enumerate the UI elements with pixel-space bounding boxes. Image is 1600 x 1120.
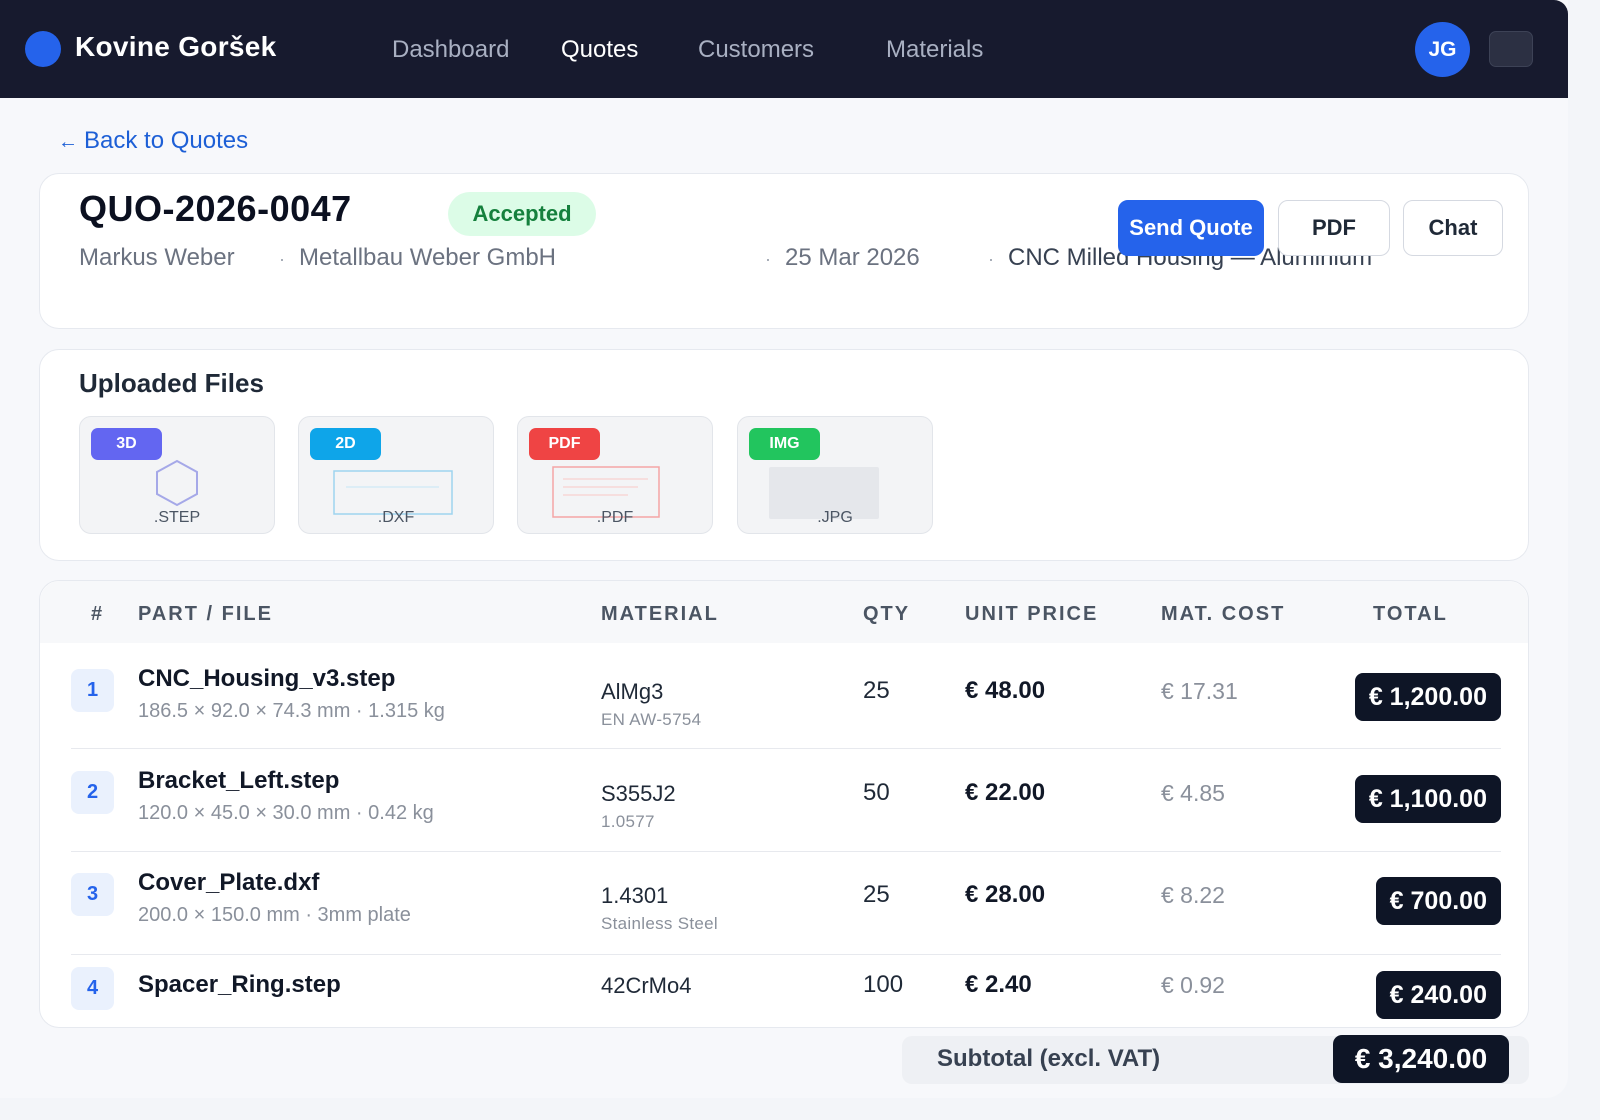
row-divider	[71, 851, 1501, 852]
col-unit-price: UNIT PRICE	[965, 603, 1099, 625]
file-tile-dxf[interactable]: 2D .DXF	[298, 416, 494, 534]
row-index: 4	[71, 967, 114, 1010]
part-dimensions: 200.0 × 150.0 mm · 3mm plate	[138, 904, 411, 926]
row-total: € 240.00	[1375, 971, 1501, 1019]
section-title: Uploaded Files	[79, 368, 264, 398]
material-grade: Stainless Steel	[601, 914, 718, 933]
material: 42CrMo4	[601, 973, 692, 998]
row-total: € 700.00	[1375, 877, 1501, 925]
chat-button[interactable]: Chat	[1403, 200, 1503, 256]
material-grade: EN AW-5754	[601, 710, 702, 729]
col-total: TOTAL	[1373, 603, 1448, 625]
col-material: MATERIAL	[601, 603, 719, 625]
pdf-button[interactable]: PDF	[1278, 200, 1390, 256]
row-divider	[71, 954, 1501, 955]
file-tile-jpg[interactable]: IMG .JPG	[737, 416, 933, 534]
file-tile-step[interactable]: 3D .STEP	[79, 416, 275, 534]
quote-number: QUO-2026-0047	[79, 188, 352, 229]
file-extension: .JPG	[817, 509, 853, 526]
brand-name: Kovine Goršek	[75, 31, 277, 62]
material-cost: € 4.85	[1161, 780, 1225, 806]
file-extension: .DXF	[377, 509, 415, 526]
subtotal-label: Subtotal (excl. VAT)	[937, 1045, 1161, 1072]
col-mat-cost: MAT. COST	[1161, 603, 1286, 625]
uploaded-files-card: Uploaded Files 3D .STEP 2D .DXF PDF .PDF…	[39, 349, 1529, 561]
subtotal-value: € 3,240.00	[1333, 1035, 1509, 1083]
top-navbar: Kovine Goršek Dashboard Quotes Customers…	[0, 0, 1568, 98]
menu-button[interactable]	[1489, 31, 1533, 67]
material-cost: € 17.31	[1161, 678, 1238, 704]
customer-name: Markus Weber	[79, 244, 235, 271]
file-badge: IMG	[749, 428, 820, 460]
material-cost: € 0.92	[1161, 972, 1225, 998]
material: S355J2	[601, 781, 676, 806]
user-avatar[interactable]: JG	[1415, 22, 1470, 77]
material-grade: 1.0577	[601, 812, 655, 831]
file-tile-pdf[interactable]: PDF .PDF	[517, 416, 713, 534]
nav-dashboard[interactable]: Dashboard	[392, 36, 509, 64]
row-total: € 1,200.00	[1354, 673, 1501, 721]
app-frame: Kovine Goršek Dashboard Quotes Customers…	[0, 0, 1568, 1098]
row-index: 1	[71, 669, 114, 712]
quantity: 50	[863, 779, 890, 806]
row-index: 2	[71, 771, 114, 814]
material-cost: € 8.22	[1161, 882, 1225, 908]
file-badge: 3D	[91, 428, 162, 460]
send-quote-button[interactable]: Send Quote	[1118, 200, 1264, 256]
part-name[interactable]: Cover_Plate.dxf	[138, 869, 319, 897]
col-qty: QTY	[863, 603, 911, 625]
row-divider	[71, 748, 1501, 749]
unit-price: € 2.40	[965, 971, 1032, 998]
arrow-left-icon: ←	[58, 131, 78, 153]
file-extension: .PDF	[596, 509, 634, 526]
file-extension: .STEP	[153, 509, 201, 526]
file-badge: PDF	[529, 428, 600, 460]
logo-icon	[25, 31, 61, 67]
quote-date: · 25 Mar 2026	[765, 244, 920, 271]
back-link-label: Back to Quotes	[84, 127, 249, 154]
unit-price: € 48.00	[965, 677, 1046, 704]
nav-quotes[interactable]: Quotes	[561, 36, 638, 64]
part-name[interactable]: CNC_Housing_v3.step	[138, 665, 395, 693]
material: 1.4301	[601, 883, 669, 908]
back-to-quotes-link[interactable]: ← Back to Quotes	[58, 127, 248, 155]
nav-customers[interactable]: Customers	[698, 36, 814, 64]
col-part: PART / FILE	[138, 603, 273, 625]
part-dimensions: 120.0 × 45.0 × 30.0 mm · 0.42 kg	[138, 802, 434, 824]
status-badge: Accepted	[448, 192, 596, 236]
part-name[interactable]: Spacer_Ring.step	[138, 971, 341, 999]
part-name[interactable]: Bracket_Left.step	[138, 767, 339, 795]
quote-header-card: QUO-2026-0047 Accepted Markus Weber · Met…	[39, 173, 1529, 329]
col-index: #	[91, 603, 105, 625]
nav-materials[interactable]: Materials	[886, 36, 983, 64]
line-items-table: # PART / FILE MATERIAL QTY UNIT PRICE MA…	[39, 580, 1529, 1028]
quantity: 25	[863, 881, 890, 908]
row-total: € 1,100.00	[1354, 775, 1501, 823]
unit-price: € 22.00	[965, 779, 1046, 806]
unit-price: € 28.00	[965, 881, 1046, 908]
quantity: 100	[863, 971, 904, 998]
part-dimensions: 186.5 × 92.0 × 74.3 mm · 1.315 kg	[138, 700, 445, 722]
file-badge: 2D	[310, 428, 381, 460]
row-index: 3	[71, 873, 114, 916]
company-name: · Metallbau Weber GmbH	[279, 244, 556, 271]
quantity: 25	[863, 677, 890, 704]
material: AlMg3	[601, 679, 664, 704]
